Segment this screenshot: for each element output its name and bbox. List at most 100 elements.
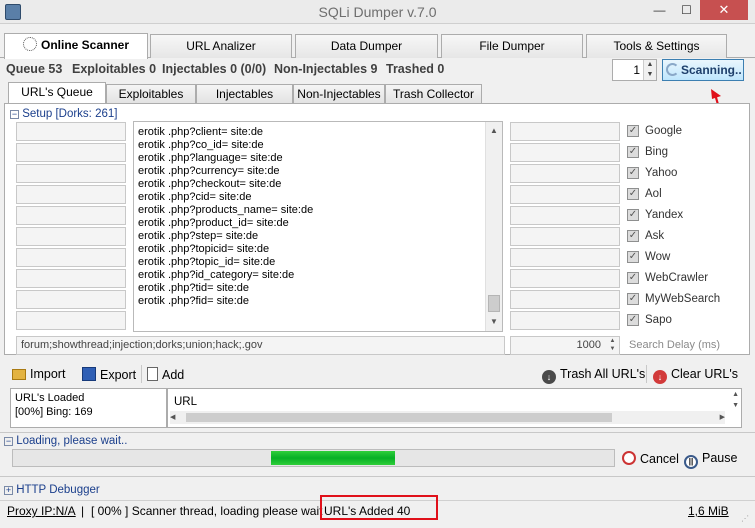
dork-item[interactable]: erotik .php?tid= site:de [134,282,486,295]
right-field[interactable] [510,269,620,288]
engine-checkbox[interactable]: ✓ [627,251,639,263]
left-field[interactable] [16,143,126,162]
left-field[interactable] [16,290,126,309]
engine-checkbox[interactable]: ✓ [627,167,639,179]
tab-file-dumper[interactable]: File Dumper [441,34,583,58]
tab-exploitables[interactable]: Exploitables [106,84,196,103]
scroll-thumb[interactable] [488,295,500,312]
maximize-button[interactable]: ☐ [673,0,700,20]
right-field[interactable] [510,206,620,225]
queue-count: Queue 53 [6,62,63,76]
dork-item[interactable]: erotik .php?language= site:de [134,152,486,165]
engine-label: Google [645,125,683,137]
tab-online-scanner[interactable]: Online Scanner [4,33,148,59]
cancel-button[interactable]: Cancel [622,451,679,466]
minimize-button[interactable]: — [646,0,673,20]
right-field[interactable] [510,143,620,162]
tab-tools-settings[interactable]: Tools & Settings [586,34,727,58]
engine-checkbox[interactable]: ✓ [627,188,639,200]
engine-checkbox[interactable]: ✓ [627,125,639,137]
url-hscroll-thumb[interactable] [186,413,612,422]
dork-item[interactable]: erotik .php?step= site:de [134,230,486,243]
loading-section[interactable]: − Loading, please wait.. [4,435,127,447]
url-scroll-up-icon[interactable]: ▲ [732,391,739,398]
right-field[interactable] [510,122,620,141]
exclude-keywords-field[interactable]: forum;showthread;injection;dorks;union;h… [16,336,505,355]
pause-button[interactable]: || Pause [684,451,737,469]
collapse-icon[interactable]: − [4,437,13,446]
dork-item[interactable]: erotik .php?topic_id= site:de [134,256,486,269]
left-field[interactable] [16,185,126,204]
search-delay-field[interactable]: 1000 ▲ ▼ [510,336,620,355]
scroll-down-icon[interactable]: ▼ [490,317,498,326]
engine-checkbox[interactable]: ✓ [627,146,639,158]
stepper-arrows-icon[interactable]: ▲ ▼ [643,60,656,80]
dorks-list[interactable]: erotik .php?client= site:de erotik .php?c… [133,121,503,332]
import-button[interactable]: Import [12,367,65,381]
dork-item[interactable]: erotik .php?client= site:de [134,126,486,139]
left-field[interactable] [16,122,126,141]
export-button[interactable]: Export [82,367,136,382]
dork-item[interactable]: erotik .php?topicid= site:de [134,243,486,256]
right-field[interactable] [510,185,620,204]
dork-item[interactable]: erotik .php?currency= site:de [134,165,486,178]
add-button[interactable]: Add [147,367,184,382]
url-scroll-left-icon[interactable]: ◀ [170,413,175,421]
right-field[interactable] [510,227,620,246]
scan-button[interactable]: Scanning.. [662,59,744,81]
engine-checkbox[interactable]: ✓ [627,209,639,221]
scroll-up-icon[interactable]: ▲ [490,126,498,135]
right-field[interactable] [510,248,620,267]
url-list[interactable]: URL ▲ ▼ ◀ ▶ [167,388,742,428]
engine-checkbox[interactable]: ✓ [627,230,639,242]
tab-trash-collector[interactable]: Trash Collector [385,84,482,103]
dork-item[interactable]: erotik .php?products_name= site:de [134,204,486,217]
trash-all-button[interactable]: ↓ Trash All URL's [542,367,645,384]
engine-checkbox[interactable]: ✓ [627,314,639,326]
engine-checkbox[interactable]: ✓ [627,293,639,305]
left-field[interactable] [16,311,126,330]
dork-item[interactable]: erotik .php?fid= site:de [134,295,486,308]
tab-data-dumper[interactable]: Data Dumper [295,34,438,58]
dork-item[interactable]: erotik .php?co_id= site:de [134,139,486,152]
left-field[interactable] [16,248,126,267]
collapse-icon[interactable]: − [10,110,19,119]
right-field[interactable] [510,311,620,330]
proxy-status[interactable]: Proxy IP:N/A [7,504,76,518]
url-scroll-right-icon[interactable]: ▶ [720,413,725,421]
left-field[interactable] [16,227,126,246]
right-field[interactable] [510,290,620,309]
tab-url-analizer[interactable]: URL Analizer [150,34,292,58]
dork-item[interactable]: erotik .php?cid= site:de [134,191,486,204]
threads-stepper[interactable]: 1 ▲ ▼ [612,59,657,81]
resize-grip-icon[interactable]: ⋰ [741,515,751,525]
search-engines: ✓ Google ✓ Bing ✓ Yahoo ✓ Aol ✓ Yandex ✓ Ask ✓ Wow ✓ We… [627,125,747,335]
tab-urls-queue[interactable]: URL's Queue [8,82,106,103]
right-field[interactable] [510,164,620,183]
search-delay-value: 1000 [576,339,601,351]
dork-item[interactable]: erotik .php?id_category= site:de [134,269,486,282]
clear-urls-button[interactable]: ↓ Clear URL's [653,367,738,384]
setup-legend[interactable]: − Setup [Dorks: 261] [10,108,117,120]
http-debugger-section[interactable]: + HTTP Debugger [4,484,100,496]
delay-stepper-icon[interactable]: ▲ ▼ [606,337,619,354]
tab-non-injectables[interactable]: Non-Injectables [293,84,385,103]
tab-injectables[interactable]: Injectables [196,84,293,103]
engine-label: MyWebSearch [645,293,721,305]
left-field[interactable] [16,269,126,288]
left-field[interactable] [16,206,126,225]
url-hscrollbar[interactable]: ◀ ▶ [170,411,725,424]
dorks-scrollbar[interactable]: ▲ ▼ [485,122,502,331]
stop-icon [622,451,636,465]
folder-icon [12,369,26,380]
left-field[interactable] [16,164,126,183]
dork-item[interactable]: erotik .php?checkout= site:de [134,178,486,191]
dork-item[interactable]: erotik .php?product_id= site:de [134,217,486,230]
engine-label: Aol [645,188,662,200]
url-scroll-down-icon[interactable]: ▼ [732,402,739,409]
download-icon: ↓ [542,370,556,384]
url-column-header[interactable]: URL [174,396,197,408]
engine-checkbox[interactable]: ✓ [627,272,639,284]
expand-icon[interactable]: + [4,486,13,495]
close-button[interactable]: ✕ [700,0,748,20]
